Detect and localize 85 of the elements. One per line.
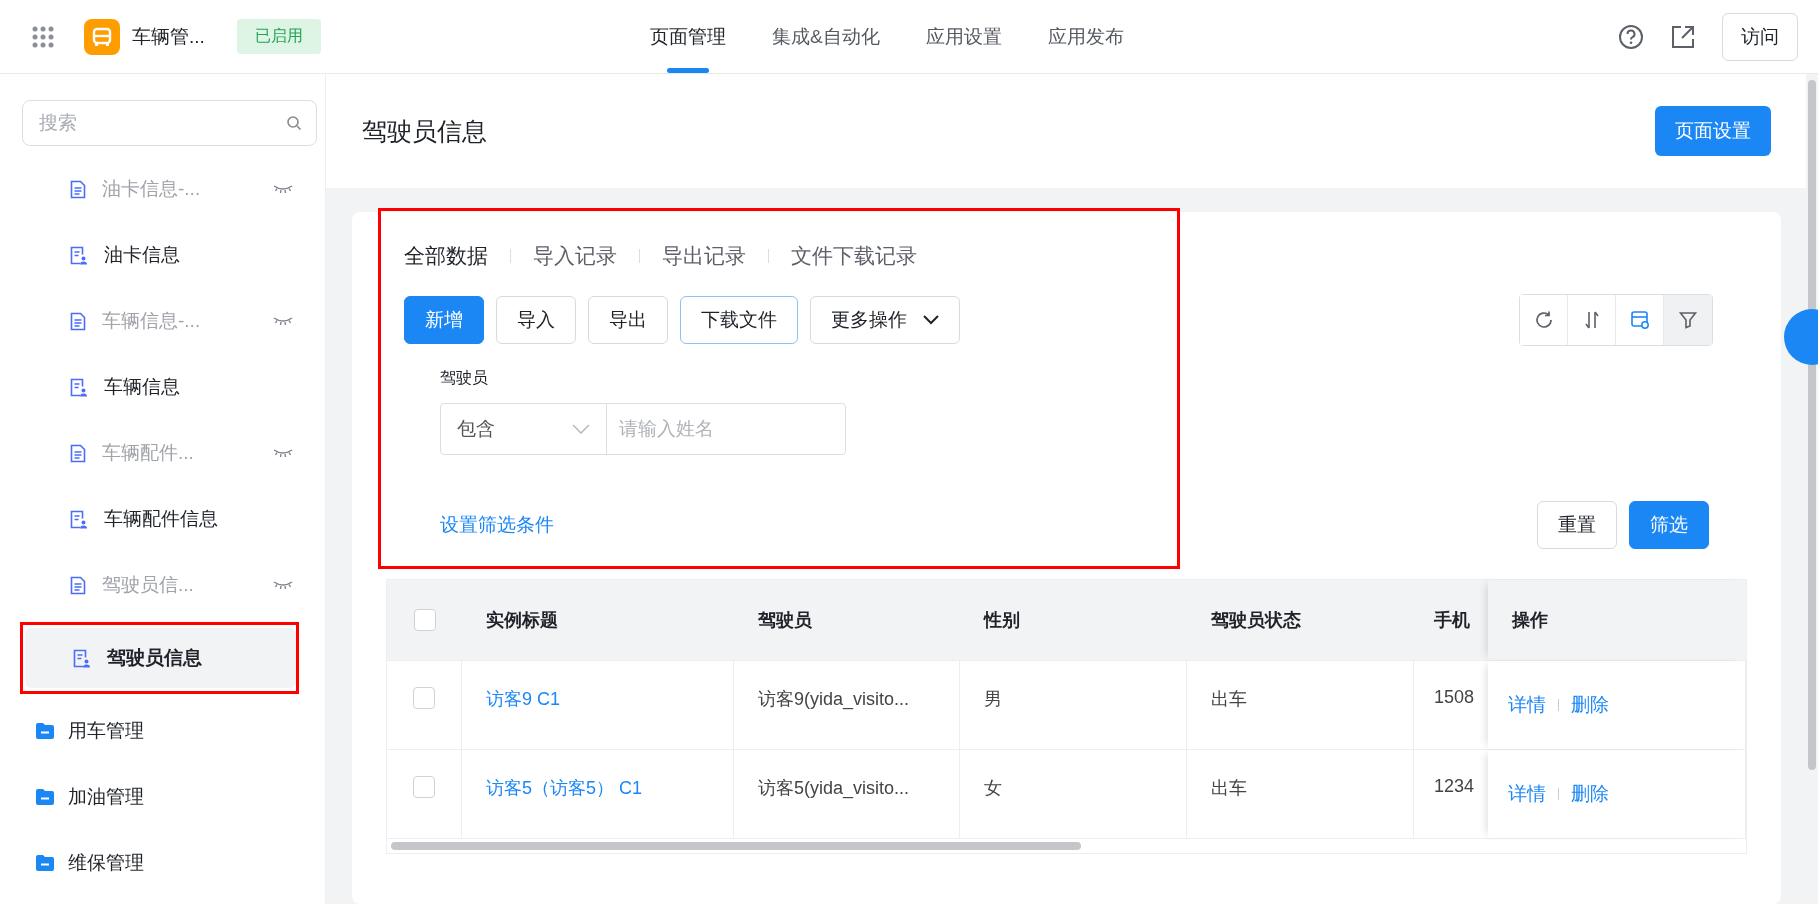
action-button[interactable]: 下载文件	[680, 296, 798, 344]
table-cell-text: 1234	[1433, 775, 1476, 798]
column-header: 手机	[1433, 609, 1471, 632]
filter-icon	[1678, 310, 1698, 330]
folder-icon	[36, 723, 54, 739]
reset-button[interactable]: 重置	[1537, 501, 1617, 549]
vertical-scrollbar[interactable]	[1808, 80, 1816, 770]
document-icon	[70, 311, 86, 331]
column-header: 驾驶员	[757, 609, 813, 632]
filter-submit-button[interactable]: 筛选	[1629, 501, 1709, 549]
action-button[interactable]: 新增	[404, 296, 484, 344]
chevron-down-icon	[572, 424, 590, 434]
search-field[interactable]: 搜索	[22, 100, 317, 146]
chevron-down-icon	[923, 315, 939, 325]
refresh-icon	[1533, 310, 1554, 330]
record-link[interactable]: 访客5（访客5） C1	[462, 750, 734, 838]
data-tab[interactable]: 导入记录	[533, 242, 617, 270]
table-cell: 男	[960, 661, 1187, 749]
help-icon[interactable]	[1618, 23, 1644, 50]
app-status-badge: 已启用	[236, 19, 321, 54]
column-header: 性别	[982, 609, 1021, 632]
column-header: 实例标题	[485, 609, 559, 632]
page-title: 驾驶员信息	[362, 115, 487, 147]
table-cell: 出车	[1187, 750, 1414, 838]
nav-tab[interactable]: 应用发布	[1047, 0, 1124, 73]
row-checkbox[interactable]	[413, 776, 435, 798]
table-cell: 访客5(yida_visito...	[734, 750, 960, 838]
folder-icon	[36, 855, 54, 871]
column-header: 驾驶员状态	[1210, 609, 1302, 632]
filter-label: 驾驶员	[440, 368, 489, 388]
row-action-link[interactable]: 详情	[1508, 781, 1546, 807]
app-name: 车辆管...	[132, 24, 205, 49]
table-cell-text: 1508	[1433, 686, 1476, 709]
document-user-icon	[73, 648, 91, 668]
page-settings-button[interactable]: 页面设置	[1655, 106, 1771, 156]
document-icon	[70, 443, 86, 463]
operator-select[interactable]: 包含	[441, 404, 607, 454]
driver-filter-field[interactable]: 包含 请输入姓名	[440, 403, 846, 455]
nav-tab[interactable]: 应用设置	[925, 0, 1002, 73]
sidebar-item[interactable]: 油卡信息	[22, 222, 303, 288]
document-icon	[70, 575, 86, 595]
horizontal-scrollbar[interactable]	[391, 842, 1081, 850]
external-link-icon[interactable]	[1670, 23, 1696, 50]
row-action-link[interactable]: 详情	[1508, 692, 1546, 718]
closed-eye-icon[interactable]	[273, 448, 293, 458]
document-icon	[70, 179, 86, 199]
set-filter-conditions-link[interactable]: 设置筛选条件	[440, 512, 554, 538]
sidebar-item[interactable]: 用车管理	[22, 698, 303, 764]
document-user-icon	[70, 245, 88, 265]
closed-eye-icon[interactable]	[273, 316, 293, 326]
sidebar-item[interactable]: 车辆配件信息	[22, 486, 303, 552]
row-checkbox[interactable]	[413, 687, 435, 709]
sidebar-item[interactable]: 加油管理	[22, 764, 303, 830]
record-link[interactable]: 访客9 C1	[462, 661, 734, 749]
visit-button[interactable]: 访问	[1722, 12, 1798, 61]
table-cell: 访客9(yida_visito...	[734, 661, 960, 749]
search-icon	[286, 115, 302, 131]
table-cell: 女	[960, 750, 1187, 838]
action-button[interactable]: 导入	[496, 296, 576, 344]
table-settings-icon	[1629, 310, 1650, 330]
data-tab[interactable]: 全部数据	[404, 242, 488, 270]
app-grid-icon[interactable]	[32, 25, 54, 48]
data-tab[interactable]: 文件下载记录	[791, 242, 917, 270]
select-all-checkbox[interactable]	[413, 609, 436, 631]
nav-tab[interactable]: 集成&自动化	[772, 0, 880, 73]
data-tab[interactable]: 导出记录	[662, 242, 746, 270]
row-action-link[interactable]: 删除	[1571, 692, 1609, 718]
refresh-button[interactable]	[1520, 295, 1568, 345]
closed-eye-icon[interactable]	[273, 184, 293, 194]
action-button[interactable]: 导出	[588, 296, 668, 344]
filter-button[interactable]	[1664, 295, 1712, 345]
sidebar-item[interactable]: 驾驶员信息	[25, 628, 296, 688]
sidebar-item[interactable]: 维保管理	[22, 830, 303, 896]
document-user-icon	[70, 509, 88, 529]
action-button[interactable]: 更多操作	[810, 296, 960, 344]
column-header: 操作	[1488, 580, 1746, 660]
sidebar-item[interactable]: 车辆信息	[22, 354, 303, 420]
nav-tab[interactable]: 页面管理	[650, 0, 726, 73]
closed-eye-icon[interactable]	[273, 580, 293, 590]
row-action-link[interactable]: 删除	[1571, 781, 1609, 807]
car-logo-icon	[84, 18, 120, 55]
name-input[interactable]: 请输入姓名	[607, 404, 845, 454]
table-cell: 出车	[1187, 661, 1414, 749]
folder-icon	[36, 789, 54, 805]
document-user-icon	[70, 377, 88, 397]
